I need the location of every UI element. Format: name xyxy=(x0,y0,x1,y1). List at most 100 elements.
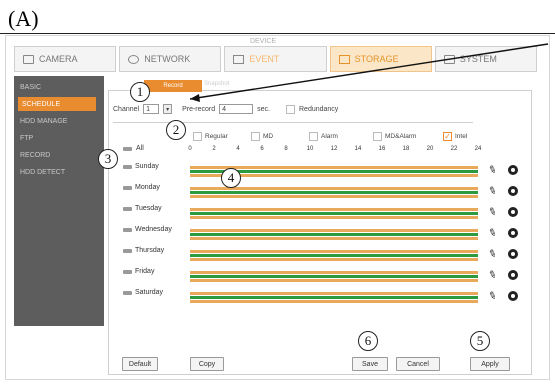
day-label[interactable]: Saturday xyxy=(123,289,163,296)
sidebar-item-ftp[interactable]: FTP xyxy=(14,131,104,145)
day-label[interactable]: Friday xyxy=(123,268,154,275)
tab-snapshot[interactable]: Snapshot xyxy=(204,81,229,87)
gear-icon[interactable] xyxy=(508,165,518,175)
md-checkbox[interactable] xyxy=(251,132,260,141)
alarm-checkbox[interactable] xyxy=(309,132,318,141)
legend-md[interactable]: MD xyxy=(251,132,273,141)
tab-camera[interactable]: CAMERA xyxy=(14,46,117,72)
tab-system[interactable]: SYSTEM xyxy=(434,46,538,72)
tab-storage[interactable]: STORAGE xyxy=(329,46,432,72)
day-name: Wednesday xyxy=(135,226,172,233)
schedule-bar xyxy=(190,191,478,194)
day-label[interactable]: Wednesday xyxy=(123,226,172,233)
sidebar-item-basic[interactable]: BASIC xyxy=(14,80,104,94)
day-select-icon[interactable] xyxy=(123,164,132,169)
sidebar-item-schedule[interactable]: SCHEDULE xyxy=(18,97,96,111)
cancel-button[interactable]: Cancel xyxy=(396,357,440,371)
redundancy-label: Redundancy xyxy=(299,105,339,113)
hour-tick: 12 xyxy=(330,146,338,152)
edit-pencil-icon[interactable]: ✎ xyxy=(486,269,498,282)
edit-pencil-icon[interactable]: ✎ xyxy=(486,227,498,240)
sidebar-item-record[interactable]: RECORD xyxy=(14,148,104,162)
top-nav: CAMERA NETWORK EVENT STORAGE SYSTEM xyxy=(14,46,540,72)
day-row-monday: Monday ✎ xyxy=(123,184,533,200)
edit-pencil-icon[interactable]: ✎ xyxy=(486,290,498,303)
md-alarm-checkbox[interactable] xyxy=(373,132,382,141)
schedule-bar xyxy=(190,300,478,303)
all-days-row[interactable]: All xyxy=(123,145,144,152)
schedule-track[interactable] xyxy=(190,250,478,262)
gear-icon[interactable] xyxy=(508,249,518,259)
schedule-bar xyxy=(190,279,478,282)
gear-icon[interactable] xyxy=(508,291,518,301)
system-icon xyxy=(443,54,455,64)
hour-tick: 16 xyxy=(378,146,386,152)
callout-2: 2 xyxy=(166,120,186,140)
hour-tick: 24 xyxy=(474,146,482,152)
default-button[interactable]: Default xyxy=(122,357,158,371)
day-select-icon[interactable] xyxy=(123,269,132,274)
day-select-icon[interactable] xyxy=(123,290,132,295)
legend-regular[interactable]: Regular xyxy=(193,132,228,141)
intel-checkbox[interactable]: ✓ xyxy=(443,132,452,141)
copy-button[interactable]: Copy xyxy=(190,357,224,371)
callout-6: 6 xyxy=(358,331,378,351)
schedule-track[interactable] xyxy=(190,208,478,220)
schedule-track[interactable] xyxy=(190,292,478,304)
prerecord-input[interactable]: 4 xyxy=(219,104,254,114)
sidebar-item-hdd-manage[interactable]: HDD MANAGE xyxy=(14,114,104,128)
day-row-friday: Friday ✎ xyxy=(123,268,533,284)
legend-label: MD xyxy=(263,133,274,140)
tab-network[interactable]: NETWORK xyxy=(119,46,222,72)
day-label[interactable]: Thursday xyxy=(123,247,164,254)
select-all-icon[interactable] xyxy=(123,146,132,151)
day-select-icon[interactable] xyxy=(123,206,132,211)
legend-alarm[interactable]: Alarm xyxy=(309,132,338,141)
day-row-sunday: Sunday ✎ xyxy=(123,163,533,179)
day-select-icon[interactable] xyxy=(123,248,132,253)
legend-md-alarm[interactable]: MD&Alarm xyxy=(373,132,416,141)
schedule-track[interactable] xyxy=(190,229,478,241)
tab-event[interactable]: EVENT xyxy=(224,46,327,72)
sidebar-item-hdd-detect[interactable]: HDD DETECT xyxy=(14,165,104,179)
day-select-icon[interactable] xyxy=(123,227,132,232)
redundancy-checkbox[interactable] xyxy=(286,104,295,114)
channel-select[interactable]: 1 xyxy=(143,104,160,114)
edit-pencil-icon[interactable]: ✎ xyxy=(486,248,498,261)
gear-icon[interactable] xyxy=(508,186,518,196)
day-label[interactable]: Tuesday xyxy=(123,205,162,212)
tab-record[interactable]: Record xyxy=(144,80,202,92)
legend-label: MD&Alarm xyxy=(385,133,417,140)
save-button[interactable]: Save xyxy=(352,357,388,371)
schedule-bar xyxy=(190,254,478,257)
gear-icon[interactable] xyxy=(508,207,518,217)
day-label[interactable]: Sunday xyxy=(123,163,159,170)
hour-tick: 18 xyxy=(402,146,410,152)
day-row-wednesday: Wednesday ✎ xyxy=(123,226,533,242)
chevron-down-icon[interactable]: ▾ xyxy=(163,104,173,114)
record-settings-row: Channel 1 ▾ Pre-record 4 sec. Redundancy xyxy=(113,104,338,114)
regular-checkbox[interactable] xyxy=(193,132,202,141)
schedule-bar xyxy=(190,195,478,198)
edit-pencil-icon[interactable]: ✎ xyxy=(486,206,498,219)
schedule-track[interactable] xyxy=(190,187,478,199)
day-select-icon[interactable] xyxy=(123,185,132,190)
edit-pencil-icon[interactable]: ✎ xyxy=(486,164,498,177)
gear-icon[interactable] xyxy=(508,228,518,238)
day-name: Monday xyxy=(135,184,160,191)
schedule-bar xyxy=(190,271,478,274)
day-name: Friday xyxy=(135,268,155,275)
schedule-bar xyxy=(190,292,478,295)
schedule-track[interactable] xyxy=(190,271,478,283)
day-label[interactable]: Monday xyxy=(123,184,160,191)
apply-button[interactable]: Apply xyxy=(470,357,510,371)
legend-intel[interactable]: ✓ Intel xyxy=(443,132,467,141)
schedule-bar xyxy=(190,208,478,211)
edit-pencil-icon[interactable]: ✎ xyxy=(486,185,498,198)
schedule-bar xyxy=(190,296,478,299)
hour-tick: 0 xyxy=(188,146,192,152)
day-row-thursday: Thursday ✎ xyxy=(123,247,533,263)
all-label: All xyxy=(136,145,144,152)
gear-icon[interactable] xyxy=(508,270,518,280)
tab-label: NETWORK xyxy=(144,54,191,64)
